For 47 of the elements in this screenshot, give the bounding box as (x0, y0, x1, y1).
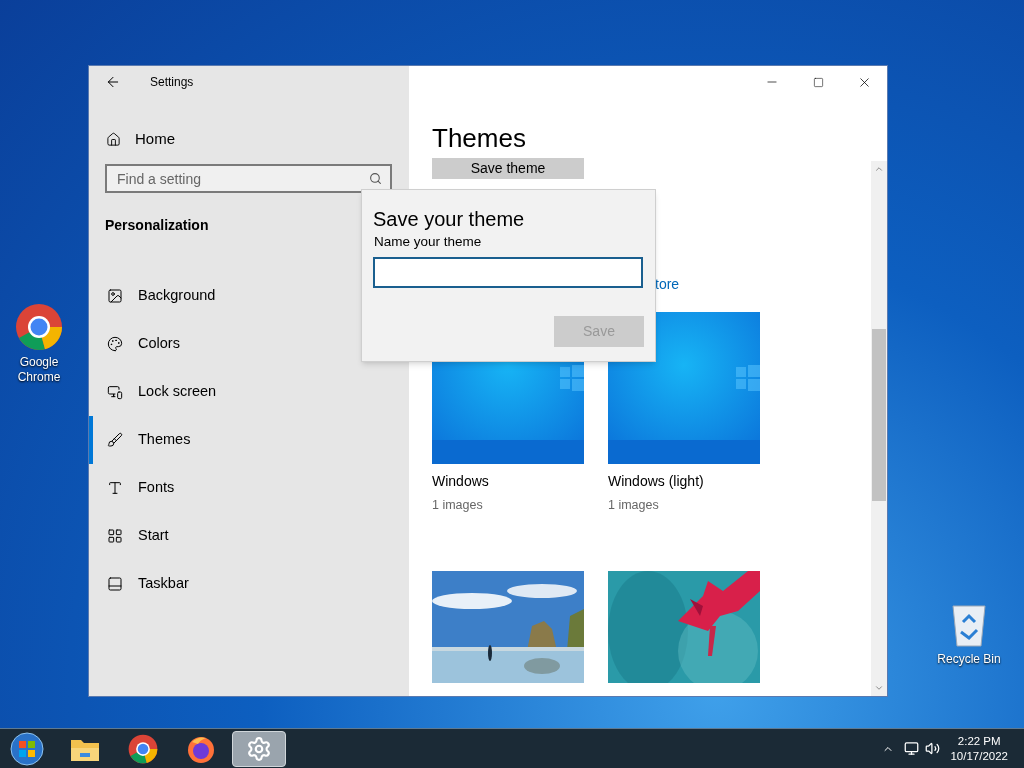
chrome-icon (128, 733, 158, 764)
home-nav-item[interactable]: Home (89, 123, 409, 155)
settings-icon (246, 735, 272, 762)
search-field[interactable]: Find a setting (105, 164, 392, 193)
taskbar-button[interactable] (232, 730, 286, 767)
scrollbar-thumb[interactable] (872, 329, 886, 501)
field-label: Name your theme (374, 233, 483, 251)
theme-name: Windows (light) (608, 472, 704, 491)
start-orb-icon (10, 731, 44, 766)
panel-icon (107, 576, 123, 592)
theme-image-count: 1 images (608, 497, 659, 514)
scroll-up-icon (874, 164, 884, 174)
sidebar-item[interactable]: Start (89, 512, 409, 560)
sidebar-item[interactable]: Fonts (89, 464, 409, 512)
desktop-icon-label[interactable]: Google Chrome (2, 355, 76, 385)
volume-icon[interactable] (925, 741, 941, 756)
sidebar-item[interactable]: Taskbar (89, 560, 409, 608)
chrome-icon (15, 303, 63, 351)
window-title: Settings (150, 74, 194, 91)
dialog-title: Save your theme (373, 207, 526, 231)
search-icon (369, 172, 382, 185)
store-link[interactable]: tore (655, 276, 871, 293)
clock-date[interactable]: 10/17/2022 (950, 748, 1008, 764)
page-title: Themes (432, 122, 527, 154)
save-theme-button[interactable]: Save theme (432, 158, 584, 179)
palette-icon (107, 336, 123, 352)
sidebar-item[interactable]: Lock screen (89, 368, 409, 416)
monitor-icon (107, 384, 123, 400)
maximize-icon (812, 76, 824, 88)
letter-icon (107, 480, 123, 496)
desktop-icon-label[interactable]: Recycle Bin (937, 652, 1001, 667)
brush-icon (107, 432, 123, 448)
clock-time[interactable]: 2:22 PM (957, 733, 1001, 749)
sidebar-item[interactable]: Colors (89, 320, 409, 368)
theme-image-count: 1 images (432, 497, 483, 514)
grid-icon (107, 528, 123, 544)
home-icon (106, 131, 121, 147)
network-icon[interactable] (904, 741, 920, 756)
theme-name-field[interactable] (373, 257, 643, 289)
back-button[interactable] (105, 74, 121, 90)
scroll-down-icon (874, 683, 884, 693)
section-heading: Personalization (105, 216, 209, 235)
theme-name: Windows (432, 472, 489, 491)
picture-frame-icon (107, 288, 123, 304)
sidebar-item[interactable]: Background (89, 272, 409, 320)
sidebar-item[interactable]: Themes (89, 416, 409, 464)
scrollbar[interactable] (871, 161, 887, 696)
